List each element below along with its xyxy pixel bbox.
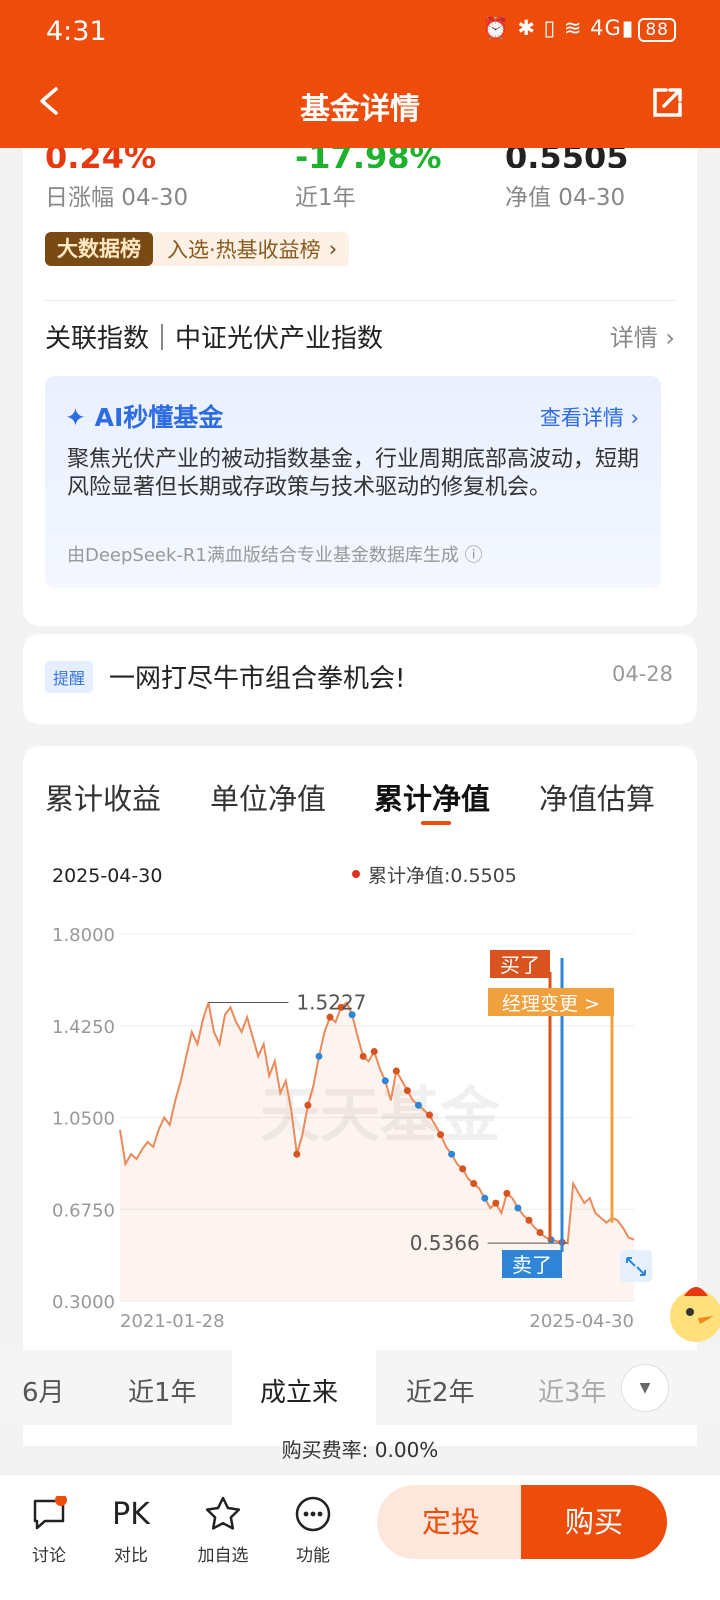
reminder-date: 04-28 — [611, 662, 673, 686]
stat-label: 日涨幅 04-30 — [45, 185, 189, 211]
range-1y[interactable]: 近1年 — [128, 1372, 197, 1409]
related-index-row[interactable]: 关联指数｜中证光伏产业指数 详情 › — [45, 318, 675, 355]
status-indicator-icons: ⏰ ✱ ▯ ≋ 4G▮ — [482, 16, 635, 40]
more-icon — [295, 1496, 331, 1532]
buy-button[interactable]: 购买 — [521, 1485, 667, 1559]
page-title: 基金详情 — [300, 92, 420, 127]
rank-text: 入选·热基收益榜 — [167, 238, 321, 262]
status-time: 4:31 — [46, 16, 107, 47]
chart-card: 累计收益 单位净值 累计净值 净值估算 — [23, 746, 697, 1446]
nav-label: 对比 — [114, 1546, 148, 1566]
pk-icon: PK — [112, 1496, 150, 1532]
stat-1y-return: -17.98% 近1年 — [295, 142, 442, 212]
rank-tag: 大数据榜 — [45, 232, 153, 266]
reminder-tag: 提醒 — [45, 661, 94, 693]
nav-discuss[interactable]: 讨论 — [14, 1493, 84, 1566]
share-icon[interactable] — [650, 86, 684, 120]
nav-watchlist[interactable]: 加自选 — [188, 1493, 258, 1566]
stat-label: 近1年 — [295, 185, 356, 211]
tab-cumulative-return[interactable]: 累计收益 — [45, 776, 161, 818]
range-3y[interactable]: 近3年 — [538, 1372, 607, 1409]
nav-compare[interactable]: PK 对比 — [96, 1493, 166, 1567]
sparkle-icon: ✦ — [65, 403, 95, 432]
ai-title-text: AI秒懂基金 — [94, 403, 224, 432]
stat-nav: 0.5505 净值 04-30 — [505, 142, 628, 212]
rank-badge[interactable]: 大数据榜 入选·热基收益榜 › — [45, 232, 350, 266]
nav-label: 功能 — [296, 1546, 330, 1566]
chevron-down-icon[interactable]: ▼ — [621, 1364, 669, 1412]
purchase-fee: 购买费率: 0.00% — [281, 1438, 439, 1462]
range-since-inception[interactable]: 成立来 — [260, 1372, 338, 1409]
fund-summary-card: 0.24% 日涨幅 04-30 -17.98% 近1年 0.5505 净值 04… — [23, 120, 697, 626]
chevron-right-icon: › — [328, 237, 338, 261]
nav-label: 讨论 — [32, 1546, 66, 1566]
stat-label: 净值 04-30 — [505, 185, 626, 211]
index-detail-link[interactable]: 详情 › — [610, 318, 675, 355]
bottom-action-bar: 讨论 PK 对比 加自选 功能 定投 购买 — [0, 1474, 720, 1600]
battery-icon: 88 — [638, 18, 676, 42]
range-selector: 6月 近1年 成立来 近2年 近3年 ▼ — [0, 1350, 720, 1425]
star-icon — [205, 1496, 241, 1530]
mascot-icon[interactable] — [664, 1276, 720, 1346]
tab-nav-estimate[interactable]: 净值估算 — [539, 776, 655, 818]
stat-daily-change: 0.24% 日涨幅 04-30 — [45, 142, 188, 212]
range-2y[interactable]: 近2年 — [406, 1372, 475, 1409]
chat-icon — [33, 1496, 67, 1530]
ai-summary-box: ✦ AI秒懂基金 查看详情 › 聚焦光伏产业的被动指数基金，行业周期底部高波动，… — [45, 376, 661, 588]
reminder-text: 一网打尽牛市组合拳机会! — [109, 664, 406, 694]
ai-detail-link[interactable]: 查看详情 › — [540, 402, 639, 432]
related-index-label: 关联指数｜中证光伏产业指数 — [45, 324, 384, 354]
ai-title: ✦ AI秒懂基金 — [65, 398, 223, 434]
nav-functions[interactable]: 功能 — [278, 1493, 348, 1566]
sip-button[interactable]: 定投 — [377, 1485, 525, 1559]
tab-cumulative-nav[interactable]: 累计净值 — [374, 776, 490, 818]
active-tab-indicator — [421, 821, 451, 825]
app-header: 4:31 ⏰ ✱ ▯ ≋ 4G▮ 88 基金详情 — [0, 0, 720, 148]
range-6m[interactable]: 6月 — [22, 1372, 65, 1409]
divider — [45, 300, 675, 301]
nav-label: 加自选 — [197, 1546, 249, 1566]
tab-unit-nav[interactable]: 单位净值 — [210, 776, 326, 818]
reminder-card[interactable]: 提醒 一网打尽牛市组合拳机会! 04-28 — [23, 634, 697, 724]
ai-source-note: 由DeepSeek-R1满血版结合专业基金数据库生成 ⓘ — [67, 545, 483, 566]
status-icons: ⏰ ✱ ▯ ≋ 4G▮ 88 — [483, 16, 676, 42]
ai-summary-text: 聚焦光伏产业的被动指数基金，行业周期底部高波动，短期风险显著但长期或存政策与技术… — [67, 447, 640, 500]
